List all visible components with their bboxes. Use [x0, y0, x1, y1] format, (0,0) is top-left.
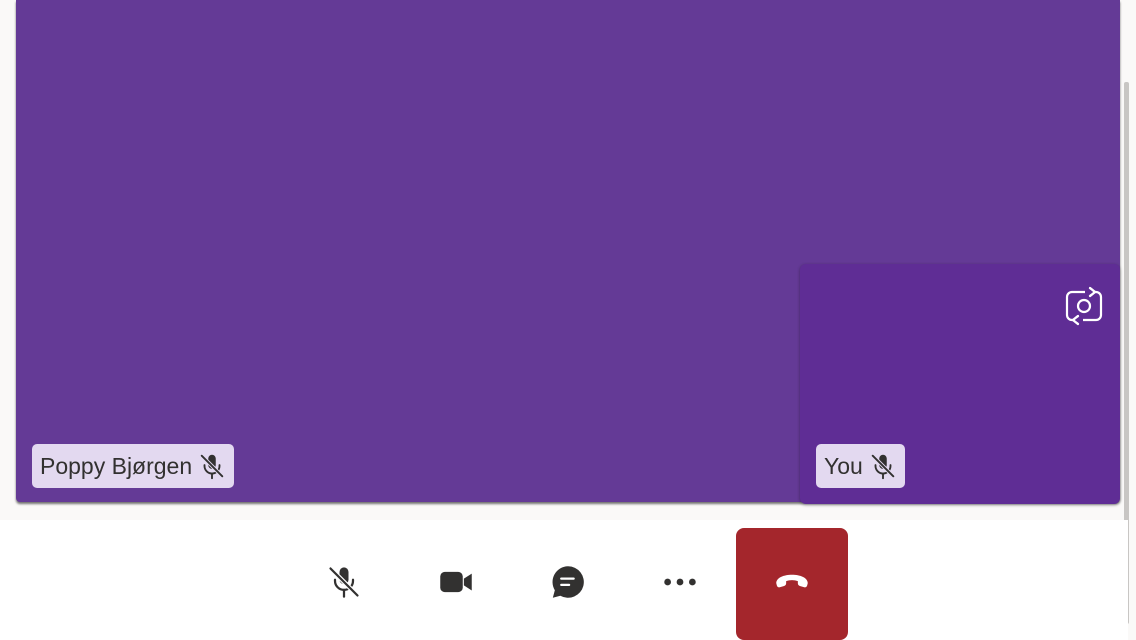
phone-hangup-icon [774, 564, 810, 605]
video-camera-icon [438, 564, 474, 605]
microphone-toggle-button[interactable] [288, 528, 400, 640]
call-controls [288, 528, 848, 640]
camera-switch-icon [1063, 285, 1105, 332]
chat-icon [550, 564, 586, 605]
remote-participant-name: Poppy Bjørgen [40, 452, 193, 479]
self-name: You [824, 452, 863, 479]
self-video-tile: You [800, 264, 1120, 504]
hang-up-button[interactable] [736, 528, 848, 640]
switch-camera-button[interactable] [1062, 286, 1106, 330]
remote-participant-name-tag: Poppy Bjørgen [32, 444, 235, 488]
call-control-bar [0, 520, 1128, 640]
microphone-off-icon [326, 564, 362, 605]
more-options-icon [662, 564, 698, 605]
camera-toggle-button[interactable] [400, 528, 512, 640]
microphone-off-icon [867, 450, 899, 482]
self-name-tag: You [816, 444, 905, 488]
more-options-button[interactable] [624, 528, 736, 640]
microphone-off-icon [196, 450, 228, 482]
chat-button[interactable] [512, 528, 624, 640]
